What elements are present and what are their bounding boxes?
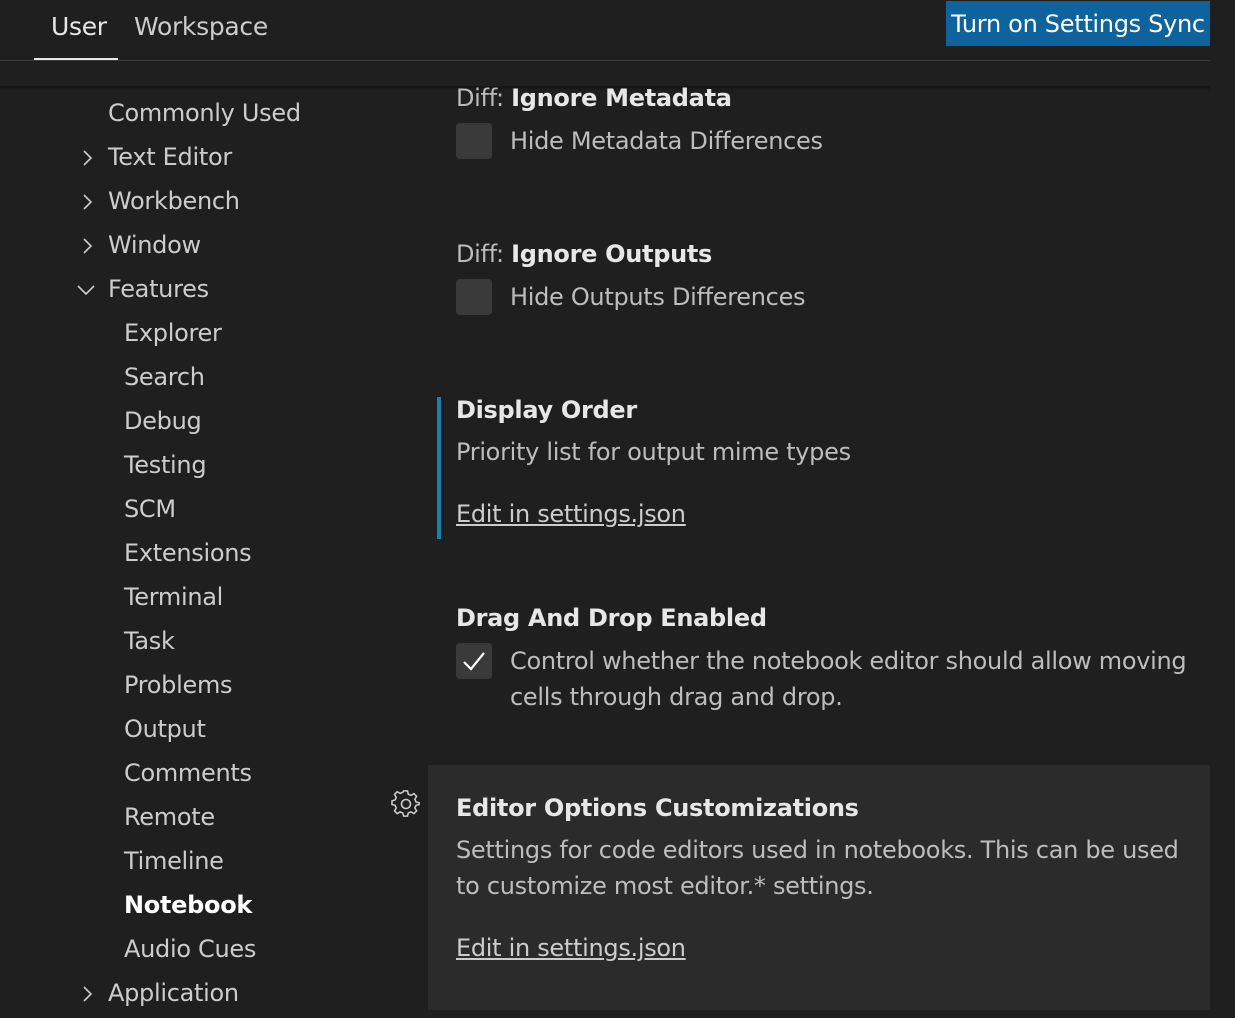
setting-category: Diff: xyxy=(456,240,512,268)
toc-item-problems[interactable]: Problems xyxy=(124,671,233,699)
chevron-right-icon[interactable] xyxy=(77,236,97,256)
toc-item-explorer[interactable]: Explorer xyxy=(124,319,222,347)
toc-item-extensions[interactable]: Extensions xyxy=(124,539,252,567)
drag-drop-label-line1: Control whether the notebook editor shou… xyxy=(510,647,1187,675)
edit-in-settings-json-link[interactable]: Edit in settings.json xyxy=(456,934,686,962)
modified-indicator xyxy=(437,397,441,539)
chevron-right-icon[interactable] xyxy=(77,984,97,1004)
chevron-right-icon[interactable] xyxy=(77,148,97,168)
toc-item-task[interactable]: Task xyxy=(124,627,175,655)
setting-title-ignore-metadata: Diff: Ignore Metadata xyxy=(456,84,732,112)
setting-title-display-order: Display Order xyxy=(456,396,637,424)
toc-item-scm[interactable]: SCM xyxy=(124,495,176,523)
toc-item-search[interactable]: Search xyxy=(124,363,205,391)
toc-item-terminal[interactable]: Terminal xyxy=(124,583,223,611)
tab-user[interactable]: User xyxy=(51,12,107,41)
turn-on-settings-sync-button[interactable]: Turn on Settings Sync xyxy=(946,1,1210,46)
setting-description-editor-options-line1: Settings for code editors used in notebo… xyxy=(456,836,1179,864)
ignore-metadata-checkbox[interactable] xyxy=(456,123,492,159)
ignore-outputs-label: Hide Outputs Differences xyxy=(510,283,806,311)
toc-item-commonly-used[interactable]: Commonly Used xyxy=(108,99,301,127)
ignore-outputs-checkbox[interactable] xyxy=(456,279,492,315)
toc-item-notebook[interactable]: Notebook xyxy=(124,891,252,919)
edit-in-settings-json-link[interactable]: Edit in settings.json xyxy=(456,500,686,528)
setting-name: Ignore Outputs xyxy=(511,240,713,268)
toc-item-testing[interactable]: Testing xyxy=(124,451,207,479)
setting-title-drag-drop: Drag And Drop Enabled xyxy=(456,604,767,632)
checkmark-icon xyxy=(463,652,485,671)
toc-item-features[interactable]: Features xyxy=(108,275,209,303)
drag-drop-checkbox[interactable] xyxy=(456,643,492,679)
setting-description-display-order: Priority list for output mime types xyxy=(456,438,851,466)
toc-item-audio-cues[interactable]: Audio Cues xyxy=(124,935,256,963)
gear-icon[interactable] xyxy=(391,789,421,819)
tab-workspace[interactable]: Workspace xyxy=(134,12,268,41)
toc-item-text-editor[interactable]: Text Editor xyxy=(108,143,232,171)
chevron-right-icon[interactable] xyxy=(77,192,97,212)
toc-item-application[interactable]: Application xyxy=(108,979,239,1007)
setting-title-ignore-outputs: Diff: Ignore Outputs xyxy=(456,240,712,268)
toc-item-window[interactable]: Window xyxy=(108,231,201,259)
setting-title-editor-options: Editor Options Customizations xyxy=(456,794,859,822)
active-tab-indicator xyxy=(34,58,118,60)
setting-name: Ignore Metadata xyxy=(511,84,732,112)
ignore-metadata-label: Hide Metadata Differences xyxy=(510,127,823,155)
drag-drop-label-line2: cells through drag and drop. xyxy=(510,683,843,711)
toc-item-output[interactable]: Output xyxy=(124,715,206,743)
chevron-down-icon[interactable] xyxy=(76,280,96,300)
toc-item-comments[interactable]: Comments xyxy=(124,759,252,787)
setting-category: Diff: xyxy=(456,84,512,112)
setting-description-editor-options-line2: to customize most editor.* settings. xyxy=(456,872,874,900)
toc-item-remote[interactable]: Remote xyxy=(124,803,215,831)
toc-item-workbench[interactable]: Workbench xyxy=(108,187,240,215)
toc-item-debug[interactable]: Debug xyxy=(124,407,202,435)
toc-item-timeline[interactable]: Timeline xyxy=(124,847,224,875)
